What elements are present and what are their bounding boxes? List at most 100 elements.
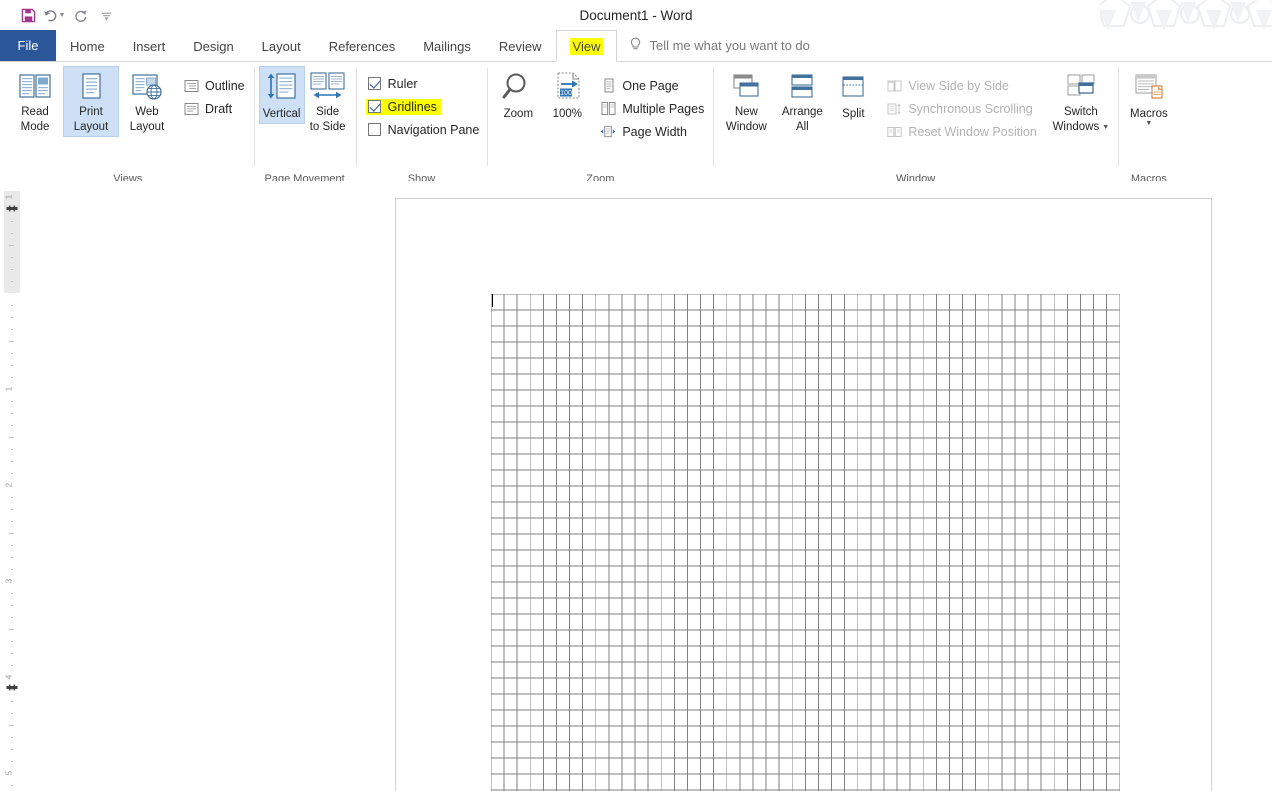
- tab-home[interactable]: Home: [56, 30, 119, 61]
- tab-label: References: [328, 38, 396, 54]
- reset-window-position-button[interactable]: Reset Window Position: [882, 120, 1041, 143]
- switch-windows-dropdown-caret-icon[interactable]: ▼: [1102, 124, 1109, 131]
- vertical-ruler-tick: [11, 737, 13, 738]
- tab-label: Design: [193, 38, 234, 54]
- quick-access-toolbar: ▼: [0, 4, 118, 26]
- gridline-svg: [490, 293, 1121, 791]
- macros-dropdown-caret-icon[interactable]: ▼: [1145, 120, 1152, 127]
- ribbon-group-window: New Window Arrange All Split View Side b…: [713, 62, 1118, 188]
- vertical-ruler-number: 3: [4, 578, 14, 584]
- one-page-button[interactable]: One Page: [596, 74, 708, 97]
- web-layout-button[interactable]: Web Layout: [119, 66, 175, 137]
- zoom-100-percent-button[interactable]: 100 100%: [544, 66, 590, 124]
- vertical-ruler-tick: [9, 725, 14, 726]
- vertical-ruler-tick: [9, 437, 14, 438]
- window-small-commands: View Side by Side Synchronous Scrolling: [882, 66, 1041, 143]
- tab-insert[interactable]: Insert: [119, 30, 180, 61]
- vertical-ruler-number: 1: [4, 386, 14, 392]
- document-page[interactable]: [395, 198, 1212, 791]
- vertical-ruler-tick: [11, 653, 13, 654]
- new-window-label: New: [734, 106, 758, 118]
- vertical-ruler-tick: [11, 617, 13, 618]
- text-cursor: [492, 294, 493, 307]
- zoom-button[interactable]: Zoom: [492, 66, 544, 124]
- checkbox-navigation-pane[interactable]: Navigation Pane: [365, 118, 483, 141]
- title-bar-decoration: [1100, 0, 1272, 30]
- view-side-by-side-button[interactable]: View Side by Side: [882, 74, 1041, 97]
- ribbon-group-page-movement: Vertical Side to Side Page Movement: [253, 62, 356, 188]
- vertical-margin-marker[interactable]: [6, 199, 18, 212]
- switch-windows-button[interactable]: Switch Windows ▼: [1049, 66, 1113, 137]
- tab-view[interactable]: View: [555, 30, 618, 62]
- draft-icon: [183, 101, 199, 117]
- checkbox-gridlines[interactable]: Gridlines: [365, 95, 483, 118]
- tab-design[interactable]: Design: [179, 30, 247, 61]
- multiple-pages-label: Multiple Pages: [622, 101, 705, 116]
- split-button[interactable]: Split: [830, 66, 876, 124]
- vertical-ruler-number: 5: [4, 770, 14, 776]
- customize-quick-access-toolbar-icon[interactable]: [94, 4, 118, 26]
- vertical-ruler-tick: [11, 557, 13, 558]
- web-layout-label-2: Layout: [129, 121, 165, 133]
- vertical-ruler[interactable]: 112345: [4, 181, 20, 791]
- vertical-ruler-tick: [11, 401, 13, 402]
- checkbox-ruler[interactable]: Ruler: [365, 72, 483, 95]
- tab-mailings[interactable]: Mailings: [409, 30, 485, 61]
- synchronous-scrolling-icon: [886, 101, 902, 117]
- vertical-label: Vertical: [262, 108, 301, 120]
- synchronous-scrolling-button[interactable]: Synchronous Scrolling: [882, 97, 1041, 120]
- checkbox-box-icon[interactable]: [367, 123, 381, 136]
- ribbon-tab-strip: File Home Insert Design Layout References Mai…: [0, 30, 1272, 62]
- vertical-ruler-tick: [11, 317, 13, 318]
- tab-file[interactable]: File: [0, 30, 56, 61]
- save-icon[interactable]: [16, 4, 40, 26]
- print-layout-button[interactable]: Print Layout: [63, 66, 119, 137]
- page-width-label: Page Width: [622, 124, 687, 139]
- vertical-button[interactable]: Vertical: [258, 66, 305, 124]
- vertical-ruler-tick: [11, 509, 13, 510]
- vertical-ruler-tick: [11, 305, 13, 306]
- switch-windows-label: Switch: [1063, 106, 1098, 118]
- side-to-side-label-2: to Side: [309, 121, 346, 133]
- undo-dropdown-caret-icon[interactable]: ▼: [59, 12, 66, 19]
- tell-me-search[interactable]: Tell me what you want to do: [617, 30, 821, 61]
- vertical-ruler-tick: [11, 257, 13, 258]
- macros-button[interactable]: Macros ▼: [1123, 66, 1175, 130]
- title-bar: ▼ Document1 - Word: [0, 0, 1272, 30]
- checkbox-label: Ruler: [387, 76, 418, 91]
- lightbulb-icon: [629, 37, 642, 55]
- vertical-ruler-tick: [11, 269, 13, 270]
- zoom-small-commands: One Page Multiple Pages Page Width: [596, 66, 708, 143]
- vertical-ruler-tick: [9, 629, 14, 630]
- arrange-all-button[interactable]: Arrange All: [774, 66, 830, 137]
- split-label: Split: [842, 108, 865, 120]
- document-workspace: 112345: [0, 181, 1272, 791]
- new-window-button[interactable]: New Window: [718, 66, 774, 137]
- tab-review[interactable]: Review: [485, 30, 556, 61]
- draft-button[interactable]: Draft: [179, 97, 249, 120]
- multiple-pages-button[interactable]: Multiple Pages: [596, 97, 708, 120]
- tab-layout[interactable]: Layout: [248, 30, 315, 61]
- vertical-ruler-tick: [11, 569, 13, 570]
- vertical-ruler-tick: [11, 701, 13, 702]
- tab-label: Insert: [132, 38, 166, 54]
- vertical-margin-marker[interactable]: [6, 678, 18, 691]
- zoom-magnifier-icon: [501, 70, 535, 104]
- undo-icon[interactable]: ▼: [42, 4, 66, 26]
- side-to-side-button[interactable]: Side to Side: [305, 66, 351, 137]
- print-layout-icon: [74, 70, 108, 104]
- read-mode-button[interactable]: Read Mode: [7, 66, 63, 137]
- redo-icon[interactable]: [68, 4, 92, 26]
- document-gridlines: [490, 293, 1121, 791]
- page-width-button[interactable]: Page Width: [596, 120, 708, 143]
- checkbox-box-icon[interactable]: [367, 100, 381, 113]
- vertical-ruler-text-area: [4, 293, 20, 791]
- outline-button[interactable]: Outline: [179, 74, 249, 97]
- ribbon-group-show: Ruler Gridlines Navigation Pane Show: [355, 62, 488, 188]
- checkbox-label: Gridlines: [387, 99, 437, 114]
- ribbon-group-views: Read Mode Print Layout Web Layout Outlin…: [2, 62, 254, 188]
- side-to-side-icon: [308, 70, 348, 104]
- vertical-ruler-tick: [11, 665, 13, 666]
- checkbox-box-icon[interactable]: [367, 77, 381, 90]
- tab-references[interactable]: References: [315, 30, 409, 61]
